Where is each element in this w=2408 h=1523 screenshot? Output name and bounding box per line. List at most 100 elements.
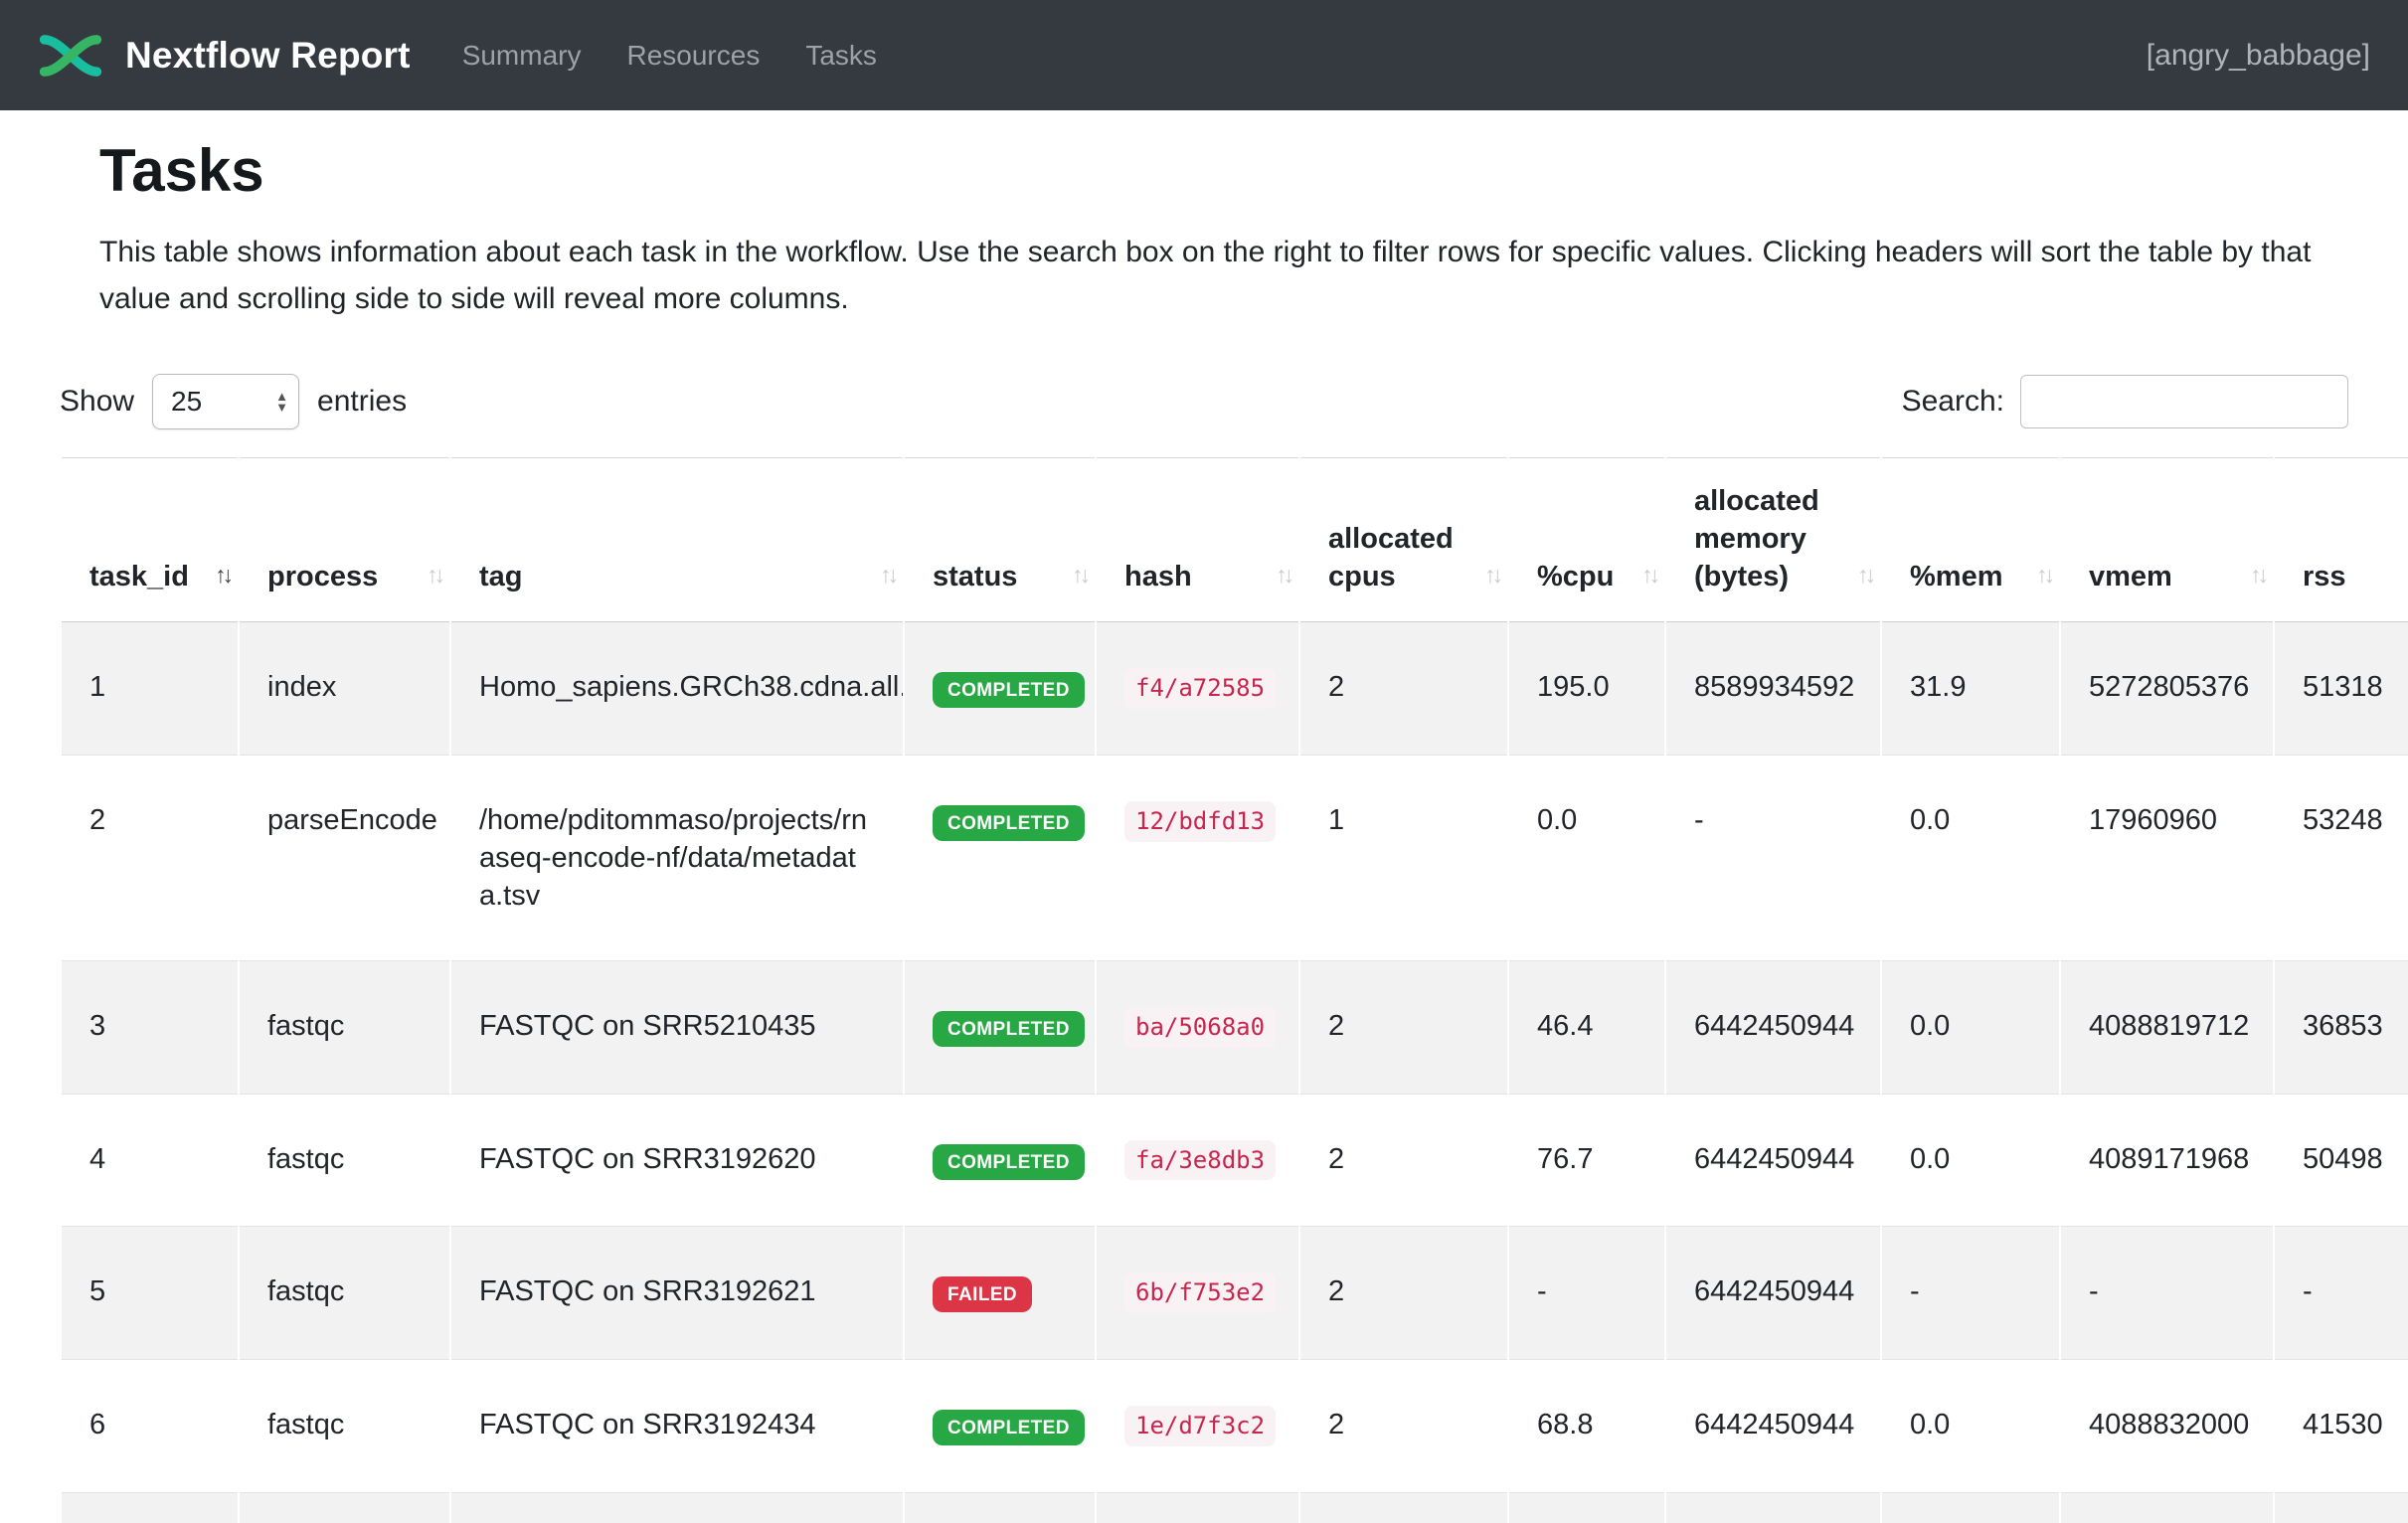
column-header-rss[interactable]: rss ↑↓ — [2275, 457, 2408, 622]
cell-task-id: 4 — [62, 1095, 238, 1228]
table-row: 4 fastqc FASTQC on SRR3192620 COMPLETED … — [62, 1095, 2408, 1228]
run-name: [angry_babbage] — [2147, 39, 2370, 73]
cell-pcpu: 68.8 — [1509, 1360, 1664, 1493]
column-header-cpu[interactable]: %cpu ↑↓ — [1509, 457, 1664, 622]
cell-pmem: 0.0 — [1882, 1493, 2059, 1523]
table-row: 6 fastqc FASTQC on SRR3192434 COMPLETED … — [62, 1360, 2408, 1493]
sort-icon: ↑↓ — [1072, 556, 1087, 593]
status-badge: COMPLETED — [933, 1144, 1085, 1180]
cell-tag: FASTQC on SRR3192434 — [451, 1360, 903, 1493]
cell-hash: ba/5068a0 — [1097, 961, 1298, 1095]
cell-pcpu: - — [1509, 1227, 1664, 1360]
cell-status: COMPLETED — [905, 961, 1095, 1095]
cell-hash: 1e/d7f3c2 — [1097, 1360, 1298, 1493]
hash-code: 6b/f753e2 — [1124, 1272, 1276, 1313]
page-description: This table shows information about each … — [99, 229, 2317, 322]
cell-allocated-memory: 8589934592 — [1666, 622, 1880, 756]
cell-allocated-memory: 6442450944 — [1666, 1493, 1880, 1523]
cell-rss: 38431 — [2275, 1493, 2408, 1523]
cell-task-id: 3 — [62, 961, 238, 1095]
status-badge: COMPLETED — [933, 1011, 1085, 1047]
cell-process: fastqc — [240, 1095, 449, 1228]
cell-task-id: 5 — [62, 1227, 238, 1360]
cell-status: COMPLETED — [905, 1095, 1095, 1228]
sort-icon: ↑↓ — [2036, 556, 2051, 593]
column-header-allocated-cpus[interactable]: allocated cpus ↑↓ — [1300, 457, 1507, 622]
nav-item-tasks[interactable]: Tasks — [805, 40, 877, 72]
column-header-label: %mem — [1910, 561, 2003, 592]
nav-item-summary[interactable]: Summary — [462, 40, 582, 72]
cell-allocated-memory: 6442450944 — [1666, 1095, 1880, 1228]
cell-process: fastqc — [240, 1227, 449, 1360]
column-header-hash[interactable]: hash ↑↓ — [1097, 457, 1298, 622]
cell-allocated-cpus: 2 — [1300, 1360, 1507, 1493]
cell-pcpu: 70.2 — [1509, 1493, 1664, 1523]
cell-pmem: 0.0 — [1882, 961, 2059, 1095]
cell-process: fastqc — [240, 1493, 449, 1523]
cell-rss: - — [2275, 1227, 2408, 1360]
sort-icon: ↑↓ — [1641, 556, 1656, 593]
cell-vmem: 4088832000 — [2061, 1360, 2273, 1493]
cell-task-id: 2 — [62, 756, 238, 961]
cell-pmem: - — [1882, 1227, 2059, 1360]
nav-item-resources[interactable]: Resources — [626, 40, 760, 72]
cell-tag: FASTQC on SRR3192620 — [451, 1095, 903, 1228]
cell-hash: 12/bdfd13 — [1097, 756, 1298, 961]
brand-link[interactable]: Nextflow Report — [38, 34, 411, 78]
select-caret-icon: ▲ ▼ — [275, 391, 288, 413]
cell-pmem: 0.0 — [1882, 1095, 2059, 1228]
cell-allocated-memory: - — [1666, 756, 1880, 961]
cell-allocated-memory: 6442450944 — [1666, 1227, 1880, 1360]
cell-vmem: - — [2061, 1227, 2273, 1360]
sort-icon: ↑↓ — [880, 556, 895, 593]
search-label: Search: — [1902, 385, 2004, 419]
sort-icon: ↑↓ — [2250, 556, 2265, 593]
header-row: task_id ↑↓ process ↑↓ tag ↑↓ status ↑↓ h… — [62, 457, 2408, 622]
navbar: Nextflow Report Summary Resources Tasks [a… — [0, 0, 2408, 110]
cell-pcpu: 0.0 — [1509, 756, 1664, 961]
cell-rss: 36853 — [2275, 961, 2408, 1095]
cell-vmem: 4088819712 — [2061, 961, 2273, 1095]
column-header-label: status — [933, 561, 1017, 592]
status-badge: COMPLETED — [933, 1410, 1085, 1445]
column-header-process[interactable]: process ↑↓ — [240, 457, 449, 622]
cell-allocated-cpus: 2 — [1300, 622, 1507, 756]
column-header-task-id[interactable]: task_id ↑↓ — [62, 457, 238, 622]
table-row: 3 fastqc FASTQC on SRR5210435 COMPLETED … — [62, 961, 2408, 1095]
cell-tag: FASTQC on SRR5210435 — [451, 961, 903, 1095]
cell-pcpu: 46.4 — [1509, 961, 1664, 1095]
cell-vmem: 4031012864 — [2061, 1493, 2273, 1523]
table-row: 5 fastqc FASTQC on SRR3192621 FAILED 6b/… — [62, 1227, 2408, 1360]
brand-title: Nextflow Report — [125, 35, 411, 77]
page-size-value: 25 — [171, 386, 202, 418]
column-header-vmem[interactable]: vmem ↑↓ — [2061, 457, 2273, 622]
column-header-tag[interactable]: tag ↑↓ — [451, 457, 903, 622]
sort-icon: ↑↓ — [1484, 556, 1499, 593]
cell-vmem: 5272805376 — [2061, 622, 2273, 756]
search-input[interactable] — [2020, 375, 2348, 428]
cell-tag: FASTQC on SRR3192433 — [451, 1493, 903, 1523]
cell-process: parseEncode — [240, 756, 449, 961]
hash-code: f4/a72585 — [1124, 668, 1276, 709]
table-row: 2 parseEncode /home/pditommaso/projects/… — [62, 756, 2408, 961]
cell-status: COMPLETED — [905, 756, 1095, 961]
column-header-label: tag — [479, 561, 523, 592]
cell-status: COMPLETED — [905, 1493, 1095, 1523]
column-header-status[interactable]: status ↑↓ — [905, 457, 1095, 622]
column-header-label: vmem — [2089, 561, 2172, 592]
cell-pmem: 31.9 — [1882, 622, 2059, 756]
sort-icon: ↑↓ — [1857, 556, 1872, 593]
table-controls: Show 25 ▲ ▼ entries Search: — [60, 374, 2348, 429]
column-header-mem[interactable]: %mem ↑↓ — [1882, 457, 2059, 622]
column-header-allocated-memory-bytes[interactable]: allocated memory (bytes) ↑↓ — [1666, 457, 1880, 622]
cell-allocated-cpus: 2 — [1300, 1227, 1507, 1360]
cell-hash: fa/3e8db3 — [1097, 1095, 1298, 1228]
page-size-group: Show 25 ▲ ▼ entries — [60, 374, 407, 429]
nav-links: Summary Resources Tasks — [462, 40, 877, 72]
cell-pmem: 0.0 — [1882, 756, 2059, 961]
hash-code: ba/5068a0 — [1124, 1007, 1276, 1048]
page-size-select[interactable]: 25 ▲ ▼ — [152, 374, 299, 429]
column-header-label: rss — [2303, 561, 2346, 592]
cell-rss: 50498 — [2275, 1095, 2408, 1228]
column-header-label: hash — [1124, 561, 1192, 592]
